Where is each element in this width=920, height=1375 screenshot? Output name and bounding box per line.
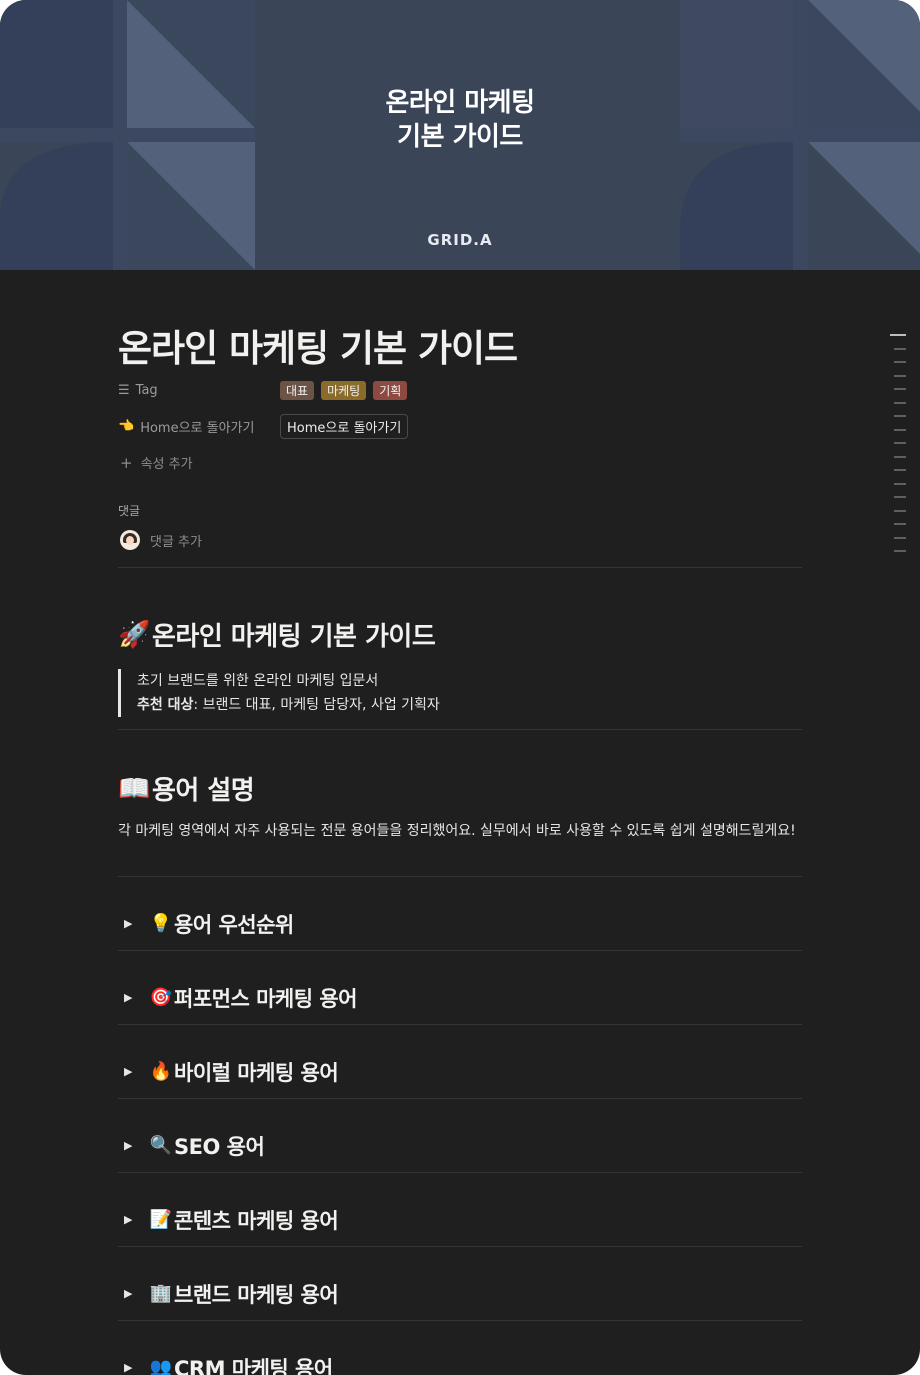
cover-title: 온라인 마케팅 기본 가이드 [0, 86, 920, 154]
toggle-label: 콘텐츠 마케팅 용어 [174, 1208, 339, 1233]
toc-marker[interactable] [894, 401, 906, 404]
list-icon: ☰ [118, 382, 130, 398]
toggle-crm-terms[interactable]: ▶ 👥 CRM 마케팅 용어 [118, 1331, 802, 1375]
triangle-right-icon[interactable]: ▶ [118, 991, 148, 1004]
fire-icon: 🔥 [149, 1061, 173, 1082]
divider [118, 1098, 802, 1099]
property-name-home[interactable]: 👈 Home으로 돌아가기 [118, 417, 280, 436]
cover-brand-logo: GRID.A [427, 231, 493, 249]
heading-guide[interactable]: 🚀 온라인 마케팅 기본 가이드 [118, 616, 436, 653]
toc-marker[interactable] [894, 469, 906, 471]
triangle-right-icon[interactable]: ▶ [118, 1361, 148, 1374]
toc-marker[interactable] [894, 496, 906, 498]
triangle-right-icon[interactable]: ▶ [118, 1065, 148, 1078]
rocket-icon: 🚀 [118, 619, 150, 650]
property-name-tag[interactable]: ☰ Tag [118, 383, 280, 398]
avatar [120, 530, 140, 550]
heading-terms-text: 용어 설명 [152, 776, 255, 806]
toggle-label: 바이럴 마케팅 용어 [174, 1060, 339, 1085]
toc-marker[interactable] [894, 361, 906, 363]
toc-marker[interactable] [894, 509, 906, 512]
divider [118, 950, 802, 951]
toc-marker[interactable] [894, 442, 906, 444]
quote-target-line: 추천 대상: 브랜드 대표, 마케팅 담당자, 사업 기획자 [137, 693, 440, 717]
magnifier-icon: 🔍 [149, 1135, 173, 1156]
tag-chip[interactable]: 마케팅 [321, 381, 367, 400]
heading-terms[interactable]: 📖 용어 설명 [118, 770, 255, 807]
toggle-label: SEO 용어 [174, 1134, 265, 1159]
lightbulb-icon: 💡 [149, 913, 173, 934]
add-comment-row[interactable]: 댓글 추가 [120, 530, 202, 550]
toc-marker[interactable] [894, 536, 906, 539]
divider [118, 1246, 802, 1247]
property-label-home: Home으로 돌아가기 [140, 420, 255, 436]
divider [118, 567, 802, 568]
toc-marker[interactable] [894, 428, 906, 431]
terms-description[interactable]: 각 마케팅 영역에서 자주 사용되는 전문 용어들을 정리했어요. 실무에서 바… [118, 819, 802, 843]
tag-chip[interactable]: 기획 [373, 381, 408, 400]
quote-target-value: : 브랜드 대표, 마케팅 담당자, 사업 기획자 [193, 697, 440, 713]
triangle-right-icon[interactable]: ▶ [118, 917, 148, 930]
toc-marker[interactable] [894, 455, 906, 458]
divider [118, 1024, 802, 1025]
toc-marker[interactable] [894, 482, 906, 485]
toggle-label: 용어 우선순위 [174, 912, 294, 937]
quote-target-label: 추천 대상 [137, 697, 194, 713]
page-title[interactable]: 온라인 마케팅 기본 가이드 [118, 318, 518, 372]
divider [118, 1172, 802, 1173]
office-building-icon: 🏢 [149, 1283, 173, 1304]
toggle-label: 퍼포먼스 마케팅 용어 [174, 986, 358, 1011]
toc-marker[interactable] [894, 347, 906, 350]
triangle-right-icon[interactable]: ▶ [118, 1139, 148, 1152]
toc-marker[interactable] [894, 374, 906, 377]
divider [118, 729, 802, 730]
triangle-right-icon[interactable]: ▶ [118, 1287, 148, 1300]
cover-title-line1: 온라인 마케팅 [385, 88, 535, 118]
cover-title-line2: 기본 가이드 [397, 122, 523, 152]
people-icon: 👥 [149, 1357, 173, 1375]
add-comment-placeholder[interactable]: 댓글 추가 [150, 531, 202, 550]
divider [118, 876, 802, 877]
quote-block[interactable]: 초기 브랜드를 위한 온라인 마케팅 입문서 추천 대상: 브랜드 대표, 마케… [118, 669, 440, 717]
tag-list[interactable]: 대표 마케팅 기획 [280, 380, 414, 400]
heading-guide-text: 온라인 마케팅 기본 가이드 [152, 622, 436, 652]
tag-chip[interactable]: 대표 [280, 381, 315, 400]
toc-marker[interactable] [894, 388, 906, 390]
add-property-button[interactable]: + 속성 추가 [120, 453, 193, 473]
toc-marker[interactable] [894, 550, 906, 552]
property-row-home[interactable]: 👈 Home으로 돌아가기 Home으로 돌아가기 [118, 413, 409, 439]
toc-marker[interactable] [890, 334, 906, 336]
toc-marker[interactable] [894, 415, 906, 417]
comments-label: 댓글 [118, 504, 141, 518]
page-frame: 온라인 마케팅 기본 가이드 GRID.A 온라인 마케팅 기본 가이드 ☰ T… [0, 0, 920, 1375]
home-link-button[interactable]: Home으로 돌아가기 [280, 413, 409, 439]
triangle-right-icon[interactable]: ▶ [118, 1213, 148, 1226]
quote-line: 초기 브랜드를 위한 온라인 마케팅 입문서 [137, 673, 379, 689]
toggle-label: 브랜드 마케팅 용어 [174, 1282, 339, 1307]
toc-marker[interactable] [894, 523, 906, 525]
open-book-icon: 📖 [118, 773, 150, 804]
property-row-tag[interactable]: ☰ Tag 대표 마케팅 기획 [118, 378, 414, 402]
plus-icon: + [120, 453, 133, 472]
toggle-label: CRM 마케팅 용어 [174, 1356, 333, 1375]
add-property-label: 속성 추가 [140, 457, 193, 472]
property-label-tag: Tag [135, 382, 158, 398]
memo-icon: 📝 [149, 1209, 173, 1230]
pointing-hand-icon: 👈 [118, 418, 135, 434]
target-icon: 🎯 [149, 987, 173, 1008]
divider [118, 1320, 802, 1321]
cover-image: 온라인 마케팅 기본 가이드 GRID.A [0, 0, 920, 270]
table-of-contents-minimap[interactable] [890, 334, 906, 564]
